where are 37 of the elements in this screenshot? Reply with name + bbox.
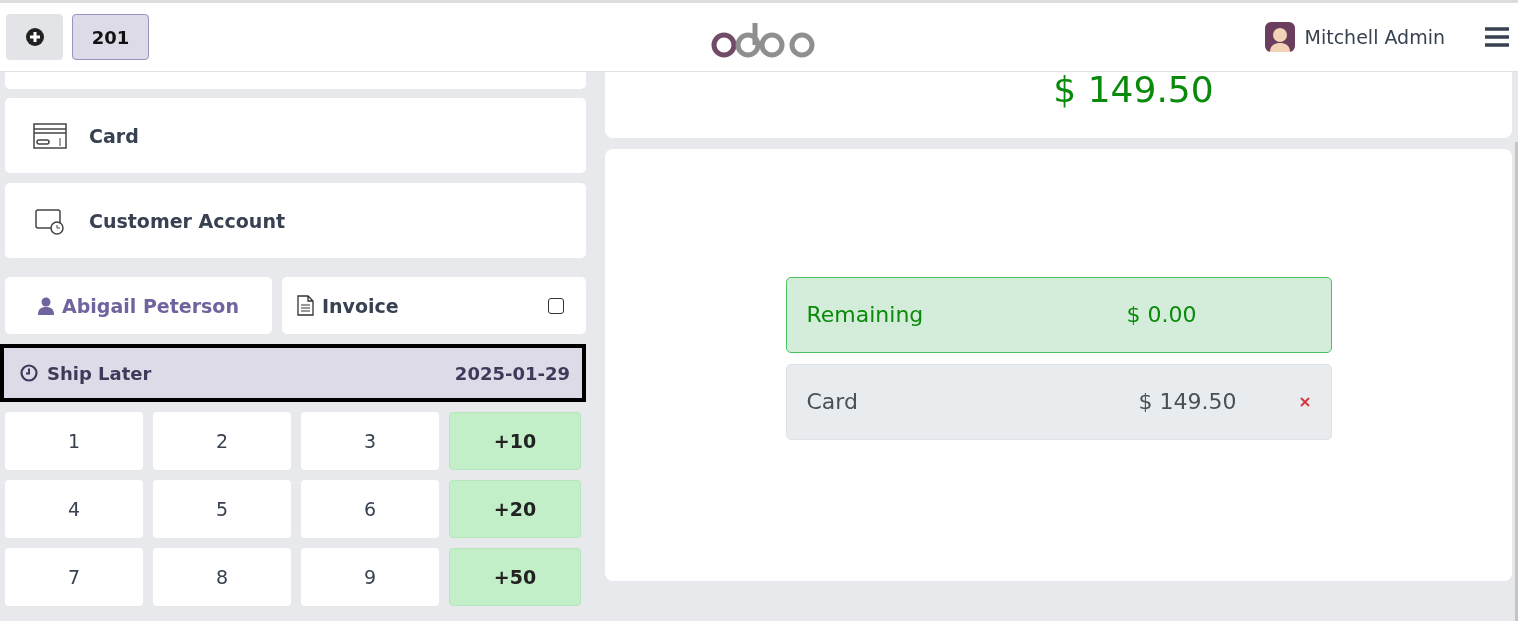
invoice-checkbox[interactable] (548, 297, 564, 314)
avatar-icon[interactable] (1264, 22, 1295, 52)
numpad-key[interactable]: 5 (153, 480, 291, 538)
menu-icon[interactable] (1485, 27, 1509, 47)
numpad-key[interactable]: 9 (301, 548, 439, 606)
user-name[interactable]: Mitchell Admin (1304, 26, 1445, 48)
close-icon[interactable] (1298, 395, 1311, 408)
credit-card-icon (33, 122, 67, 149)
numpad-key[interactable]: 6 (301, 480, 439, 538)
customer-button[interactable]: Abigail Peterson (5, 277, 272, 334)
numpad-key[interactable]: 1 (5, 412, 143, 470)
numpad-key[interactable]: 8 (153, 548, 291, 606)
numpad-key[interactable]: 7 (5, 548, 143, 606)
scrollbar[interactable] (1515, 142, 1518, 621)
user-icon (38, 296, 55, 315)
payment-amount: $ 149.50 (1138, 389, 1237, 414)
ship-later-button[interactable]: Ship Later 2025-01-29 (0, 344, 586, 402)
invoice-button[interactable]: Invoice (282, 277, 586, 334)
payment-method: Card (806, 389, 858, 414)
numpad-key[interactable]: 4 (5, 480, 143, 538)
numpad-key[interactable]: +50 (449, 548, 581, 606)
new-order-button[interactable] (6, 14, 63, 60)
remaining-amount: $ 0.00 (1126, 302, 1197, 327)
payment-method-button[interactable]: Customer Account (5, 183, 586, 258)
remaining-label: Remaining (806, 302, 924, 327)
numpad-key[interactable]: 2 (153, 412, 291, 470)
document-icon (297, 295, 314, 316)
clock-icon (20, 364, 38, 382)
plus-circle-icon (24, 27, 45, 47)
total-amount: $ 149.50 (1053, 72, 1214, 108)
numpad-key[interactable]: 3 (301, 412, 439, 470)
ship-date: 2025-01-29 (454, 362, 570, 384)
numpad-key[interactable]: +10 (449, 412, 581, 470)
order-tab[interactable]: 201 (72, 14, 149, 60)
wallet-clock-icon (33, 206, 67, 235)
payment-method-button[interactable]: Card (5, 98, 586, 173)
numpad-key[interactable]: +20 (449, 480, 581, 538)
